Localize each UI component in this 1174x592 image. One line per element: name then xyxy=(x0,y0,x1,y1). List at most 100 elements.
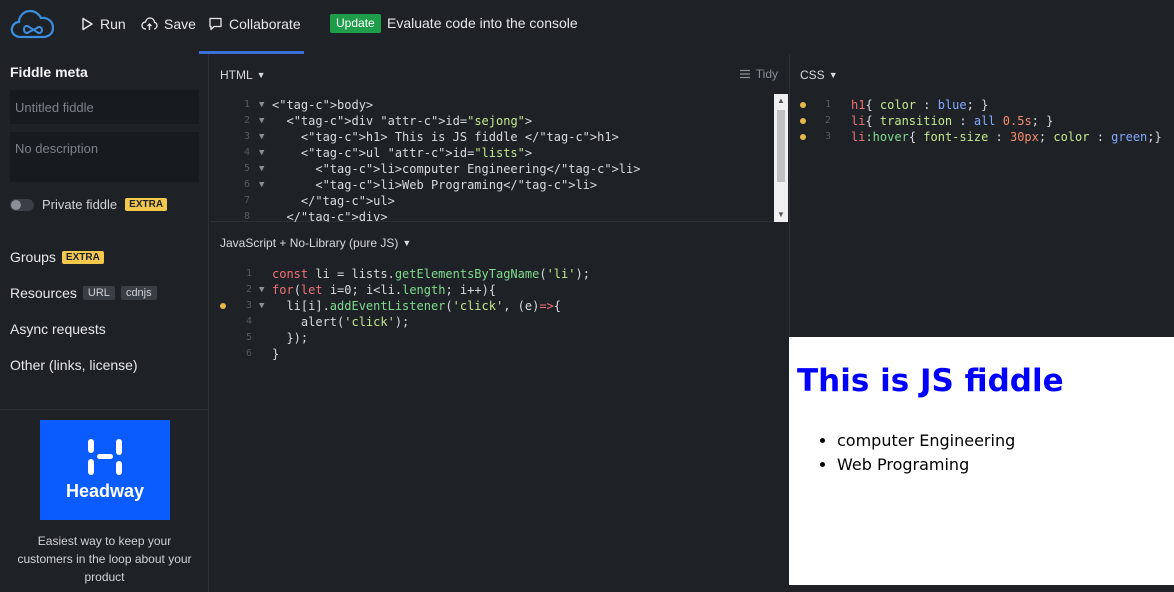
result-list-item[interactable]: Web Programing xyxy=(837,453,1015,477)
code-line[interactable]: 3 ▼ li[i].addEventListener('click', (e)=>… xyxy=(210,298,788,314)
js-pane-header[interactable]: JavaScript + No-Library (pure JS) ▼ xyxy=(220,236,411,250)
fold-arrow-icon[interactable]: ▼ xyxy=(259,113,264,129)
async-requests-section[interactable]: Async requests xyxy=(10,321,106,337)
js-editor-pane: JavaScript + No-Library (pure JS) ▼ 1 con… xyxy=(210,223,788,592)
update-badge[interactable]: Update xyxy=(330,14,381,33)
warning-dot-icon[interactable] xyxy=(800,118,806,124)
code-text: li{ transition : all 0.5s; } xyxy=(851,114,1054,128)
warning-dot-icon[interactable] xyxy=(220,303,226,309)
private-fiddle-toggle[interactable] xyxy=(10,198,34,211)
html-pane-header[interactable]: HTML ▼ xyxy=(220,68,266,82)
line-number: 7 xyxy=(243,195,250,206)
code-text: const li = lists.getElementsByTagName('l… xyxy=(272,267,590,281)
fold-arrow-icon[interactable]: ▼ xyxy=(259,145,264,161)
extra-badge: EXTRA xyxy=(125,198,168,211)
fold-arrow-icon[interactable]: ▼ xyxy=(259,161,264,177)
js-pane-label: JavaScript + No-Library (pure JS) xyxy=(220,236,399,250)
warning-dot-icon[interactable] xyxy=(800,102,806,108)
sidebar: Fiddle meta Private fiddle EXTRA Groups … xyxy=(0,54,209,592)
code-line[interactable]: 1 ▼ <"tag-c">body> xyxy=(210,97,772,113)
line-number: 6 xyxy=(245,348,252,359)
headway-ad[interactable]: Headway xyxy=(40,420,170,520)
code-line[interactable]: 6} xyxy=(210,346,788,362)
code-line[interactable]: 3 li:hover{ font-size : 30px; color : gre… xyxy=(790,129,1174,145)
line-number: 2 xyxy=(245,284,252,295)
scroll-down-arrow-icon[interactable]: ▼ xyxy=(774,208,788,222)
line-number: 1 xyxy=(245,268,252,279)
run-button[interactable]: Run xyxy=(80,14,126,34)
js-code-editor[interactable]: 1 const li = lists.getElementsByTagName('… xyxy=(210,266,788,362)
code-line[interactable]: 6 ▼ <"tag-c">li>Web Programing</"tag-c">l… xyxy=(210,177,772,193)
resources-label: Resources xyxy=(10,285,77,301)
headway-logo-icon xyxy=(88,438,122,475)
cloud-upload-icon xyxy=(141,17,158,30)
line-number: 4 xyxy=(243,147,250,158)
chat-bubble-icon xyxy=(209,17,222,31)
code-text: <"tag-c">body> xyxy=(272,98,374,112)
fiddle-description-input[interactable] xyxy=(10,132,199,182)
jsfiddle-logo-icon[interactable] xyxy=(10,7,56,41)
line-number: 4 xyxy=(245,316,252,327)
fiddle-title-input[interactable] xyxy=(10,90,199,124)
fold-arrow-icon[interactable]: ▼ xyxy=(259,298,264,314)
code-line[interactable]: 5 ▼ <"tag-c">li>computer Engineering</"ta… xyxy=(210,161,772,177)
fiddle-meta-title: Fiddle meta xyxy=(10,64,88,80)
line-number: 8 xyxy=(243,211,250,222)
other-links-license-section[interactable]: Other (links, license) xyxy=(10,357,138,373)
tidy-button[interactable]: Tidy xyxy=(739,67,778,81)
line-number: 1 xyxy=(243,99,250,110)
private-fiddle-label: Private fiddle xyxy=(42,197,118,212)
line-number: 5 xyxy=(243,163,250,174)
warning-dot-icon[interactable] xyxy=(800,134,806,140)
save-button[interactable]: Save xyxy=(141,14,196,34)
css-code-editor[interactable]: 1 h1{ color : blue; } 2 li{ transition : al… xyxy=(790,97,1174,145)
fold-arrow-icon[interactable]: ▼ xyxy=(259,282,264,298)
resource-tag-url[interactable]: URL xyxy=(82,286,115,300)
code-line[interactable]: 1 const li = lists.getElementsByTagName('… xyxy=(210,266,788,282)
bottom-strip xyxy=(789,585,1174,592)
update-description: Evaluate code into the console xyxy=(387,15,578,31)
code-line[interactable]: 5 }); xyxy=(210,330,788,346)
result-list: computer Engineering Web Programing xyxy=(837,429,1015,477)
html-code-editor[interactable]: 1 ▼ <"tag-c">body> 2 ▼ <"tag-c">div "attr-c"… xyxy=(210,97,772,222)
collaborate-button[interactable]: Collaborate xyxy=(208,14,301,34)
result-preview[interactable]: This is JS fiddle computer Engineering W… xyxy=(789,337,1174,585)
tidy-lines-icon xyxy=(739,69,750,79)
code-text: li[i].addEventListener('click', (e)=>{ xyxy=(272,299,562,313)
resource-tag-cdnjs[interactable]: cdnjs xyxy=(120,286,157,300)
line-number: 3 xyxy=(245,300,252,311)
code-text: <"tag-c">ul "attr-c">id="lists"> xyxy=(272,146,533,160)
fold-arrow-icon[interactable]: ▼ xyxy=(259,129,264,145)
code-line[interactable]: 4 alert('click'); xyxy=(210,314,788,330)
resources-section[interactable]: Resources URL cdnjs xyxy=(10,285,157,301)
code-text: } xyxy=(272,347,280,361)
code-line[interactable]: 8 </"tag-c">div> xyxy=(210,209,772,222)
code-line[interactable]: 3 ▼ <"tag-c">h1> This is JS fiddle </"tag… xyxy=(210,129,772,145)
code-line[interactable]: 2 ▼ <"tag-c">div "attr-c">id="sejong"> xyxy=(210,113,772,129)
code-line[interactable]: 4 ▼ <"tag-c">ul "attr-c">id="lists"> xyxy=(210,145,772,161)
scroll-up-arrow-icon[interactable]: ▲ xyxy=(774,94,788,108)
caret-down-icon: ▼ xyxy=(256,70,266,80)
result-list-item[interactable]: computer Engineering xyxy=(837,429,1015,453)
caret-down-icon: ▼ xyxy=(828,70,838,80)
scroll-thumb[interactable] xyxy=(777,110,785,182)
code-text: alert('click'); xyxy=(272,315,410,329)
code-text: </"tag-c">ul> xyxy=(272,194,395,208)
code-line[interactable]: 1 h1{ color : blue; } xyxy=(790,97,1174,113)
html-editor-scrollbar[interactable]: ▲ ▼ xyxy=(774,94,788,222)
fold-arrow-icon[interactable]: ▼ xyxy=(259,177,264,193)
code-line[interactable]: 7 </"tag-c">ul> xyxy=(210,193,772,209)
play-icon xyxy=(82,17,93,31)
groups-label: Groups xyxy=(10,249,56,265)
line-number: 1 xyxy=(824,99,831,110)
sidebar-divider xyxy=(0,409,209,410)
fold-arrow-icon[interactable]: ▼ xyxy=(259,97,264,113)
code-line[interactable]: 2 li{ transition : all 0.5s; } xyxy=(790,113,1174,129)
headway-ad-text: Easiest way to keep your customers in th… xyxy=(17,534,192,584)
line-number: 3 xyxy=(243,131,250,142)
code-text: h1{ color : blue; } xyxy=(851,98,989,112)
groups-section[interactable]: Groups EXTRA xyxy=(10,249,104,265)
caret-down-icon: ▼ xyxy=(402,238,412,248)
code-line[interactable]: 2 ▼ for(let i=0; i<li.length; i++){ xyxy=(210,282,788,298)
css-pane-header[interactable]: CSS ▼ xyxy=(800,68,838,82)
